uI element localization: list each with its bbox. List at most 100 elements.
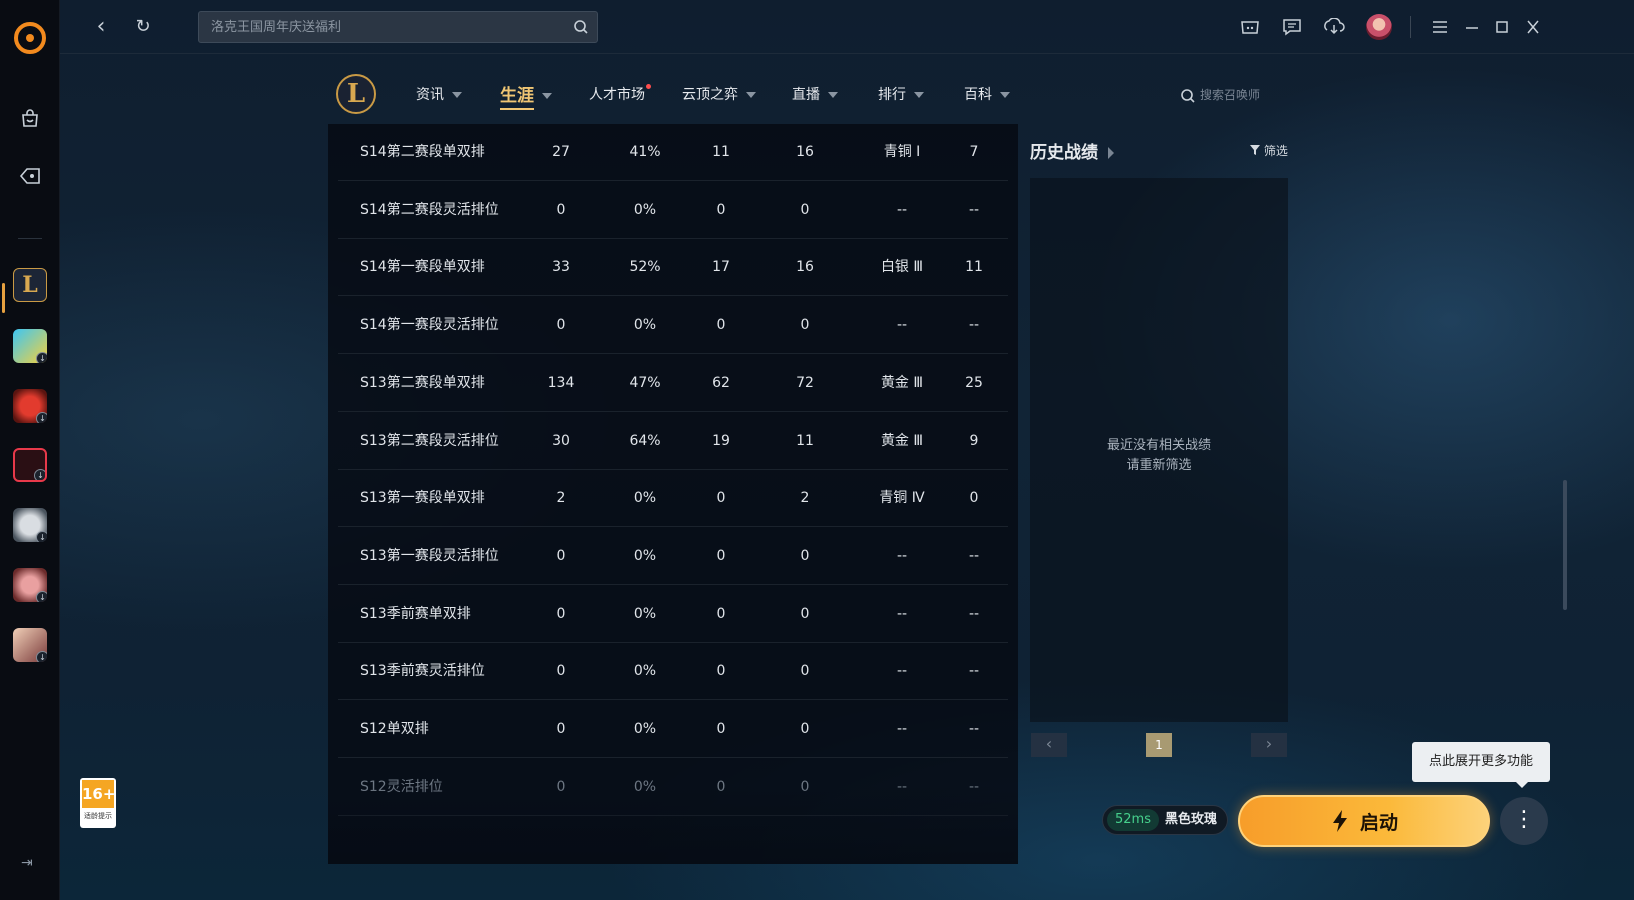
nav-wiki[interactable]: 百科: [964, 84, 1010, 104]
table-row[interactable]: S13第一赛段灵活排位 0 0% 0 0 -- --: [338, 528, 1008, 585]
table-cell: 0%: [633, 547, 657, 564]
table-cell: 17: [712, 259, 730, 276]
table-cell: 0: [800, 201, 810, 218]
nav-news[interactable]: 资讯: [416, 84, 462, 104]
table-row[interactable]: S12单双排 0 0% 0 0 -- --: [338, 701, 1008, 758]
user-avatar[interactable]: [1366, 14, 1392, 40]
minimize-icon[interactable]: [1460, 15, 1484, 39]
table-row[interactable]: S12灵活排位 0 0% 0 0 -- --: [338, 759, 1008, 816]
back-arrow-icon[interactable]: ‹: [88, 14, 114, 40]
queue-name: S13第一赛段灵活排位: [360, 547, 499, 564]
nav-live[interactable]: 直播: [792, 84, 838, 104]
collapse-sidebar-icon[interactable]: ⇥: [21, 855, 39, 871]
page-number[interactable]: 1: [1146, 733, 1172, 757]
table-cell: 2: [800, 490, 810, 507]
download-icon: ↓: [36, 591, 47, 602]
wegame-logo-icon[interactable]: [14, 22, 46, 54]
table-cell: --: [968, 547, 980, 564]
game-naraka[interactable]: ↓: [13, 628, 47, 662]
next-page-button[interactable]: ›: [1251, 733, 1287, 757]
table-cell: 0: [716, 490, 726, 507]
server-status[interactable]: 52ms 黑色玫瑰: [1102, 805, 1228, 835]
table-cell: --: [896, 317, 908, 334]
table-cell: 11: [796, 432, 814, 449]
table-cell: 0: [556, 317, 566, 334]
table-cell: 0%: [633, 201, 657, 218]
game-qq-speed[interactable]: ↓: [13, 329, 47, 363]
left-sidebar: L ↓ ↓ ↓ ↓ ↓ ↓ 16+ 适龄提示 ⇥: [0, 0, 116, 900]
table-row[interactable]: S14第二赛段单双排 27 41% 11 16 青铜 Ⅰ 7: [338, 124, 1008, 181]
caret-down-icon: [828, 92, 838, 98]
queue-name: S13季前赛单双排: [360, 605, 471, 622]
table-row[interactable]: S14第一赛段单双排 33 52% 17 16 白银 Ⅲ 11: [338, 239, 1008, 297]
table-cell: 0: [716, 778, 726, 795]
menu-icon[interactable]: [1428, 15, 1452, 39]
prev-page-button[interactable]: ‹: [1031, 733, 1067, 757]
game-valorant[interactable]: ↓: [13, 448, 47, 482]
queue-name: S13第一赛段单双排: [360, 490, 485, 507]
search-icon[interactable]: [573, 19, 589, 39]
table-cell: --: [896, 547, 908, 564]
game-library-icon[interactable]: [15, 161, 45, 191]
table-cell: --: [968, 721, 980, 737]
table-row[interactable]: S13第一赛段单双排 2 0% 0 2 青铜 Ⅳ 0: [338, 470, 1008, 528]
search-input[interactable]: [199, 12, 597, 42]
launch-button[interactable]: 启动: [1238, 795, 1490, 847]
scrollbar[interactable]: [1563, 480, 1567, 610]
queue-name: S14第二赛段单双排: [360, 144, 485, 160]
close-icon[interactable]: [1521, 15, 1545, 39]
table-cell: 16: [796, 259, 814, 276]
controller-icon[interactable]: [1238, 15, 1262, 39]
caret-down-icon: [452, 92, 462, 98]
game-league-of-legends[interactable]: L: [13, 268, 47, 302]
table-cell: 青铜 Ⅳ: [879, 490, 925, 507]
table-cell: 0: [716, 547, 726, 564]
more-options-button[interactable]: ⋮: [1500, 797, 1548, 845]
nav-talent-market[interactable]: 人才市场: [589, 84, 651, 104]
table-row[interactable]: S13季前赛单双排 0 0% 0 0 -- --: [338, 586, 1008, 643]
table-row[interactable]: S13季前赛灵活排位 0 0% 0 0 -- --: [338, 643, 1008, 701]
game-crossfire-hd[interactable]: ↓: [13, 508, 47, 542]
nav-ranking[interactable]: 排行: [878, 84, 924, 104]
nav-career[interactable]: 生涯: [500, 81, 552, 110]
filter-button[interactable]: 筛选: [1250, 142, 1288, 159]
refresh-icon[interactable]: ↻: [130, 14, 156, 40]
table-cell: 0: [556, 547, 566, 564]
filter-icon: [1250, 145, 1260, 155]
search-box: [198, 11, 598, 43]
store-bag-icon[interactable]: [15, 103, 45, 133]
summoner-search[interactable]: 搜索召唤师: [1180, 86, 1260, 104]
table-cell: 0%: [633, 605, 657, 622]
empty-message: 最近没有相关战绩 请重新筛选: [1106, 438, 1211, 473]
queue-name: S13第二赛段灵活排位: [360, 432, 499, 449]
launch-label: 启动: [1359, 811, 1398, 834]
table-row[interactable]: S13第二赛段灵活排位 30 64% 19 11 黄金 Ⅲ 9: [338, 413, 1008, 470]
download-icon: ↓: [36, 531, 47, 542]
table-cell: 0: [800, 605, 810, 622]
table-cell: 62: [712, 374, 730, 391]
table-row[interactable]: S13第二赛段单双排 134 47% 62 72 黄金 Ⅲ 25: [338, 355, 1008, 412]
table-cell: 黄金 Ⅲ: [880, 432, 924, 449]
search-icon: [1181, 88, 1195, 103]
table-cell: 16: [796, 144, 814, 160]
nav-tft[interactable]: 云顶之弈: [682, 84, 756, 104]
table-cell: 19: [712, 432, 730, 449]
table-cell: --: [896, 663, 908, 680]
table-cell: 0%: [633, 490, 657, 507]
table-row[interactable]: S14第二赛段灵活排位 0 0% 0 0 -- --: [338, 182, 1008, 239]
table-row[interactable]: S14第一赛段灵活排位 0 0% 0 0 -- --: [338, 297, 1008, 355]
table-cell: --: [896, 778, 908, 795]
lol-logo-icon[interactable]: L: [336, 74, 376, 114]
download-manager-icon[interactable]: [1322, 15, 1346, 39]
table-cell: 11: [965, 259, 983, 276]
game-crossfire[interactable]: ↓: [13, 389, 47, 423]
table-cell: 0: [556, 778, 566, 795]
message-icon[interactable]: [1280, 15, 1304, 39]
history-title[interactable]: 历史战绩: [1030, 138, 1114, 163]
maximize-icon[interactable]: [1490, 15, 1514, 39]
table-cell: 52%: [629, 259, 661, 276]
table-cell: 9: [969, 432, 979, 449]
game-dnf[interactable]: ↓: [13, 568, 47, 602]
active-game-indicator: [2, 283, 5, 313]
table-cell: 0: [800, 778, 810, 795]
